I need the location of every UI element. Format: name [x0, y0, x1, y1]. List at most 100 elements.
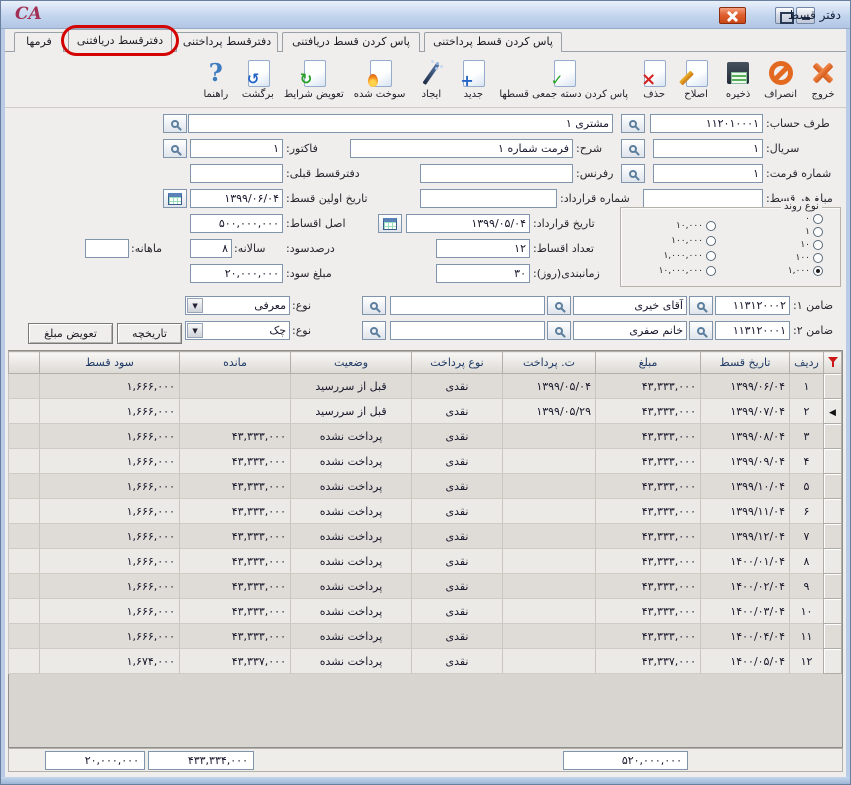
cell-status[interactable]: پرداخت نشده	[291, 599, 412, 624]
cell-installment-date[interactable]: ۱۳۹۹/۱۲/۰۴	[701, 524, 790, 549]
guarantor1-name-field[interactable]: آقای خیری	[573, 296, 687, 315]
close-button[interactable]	[719, 7, 746, 24]
serial-search-button[interactable]	[621, 139, 645, 158]
table-row[interactable]: ◀ ۴ ۱۳۹۹/۰۹/۰۴ ۴۳,۳۳۳,۰۰۰ نقدی پرداخت نش…	[9, 449, 842, 474]
cell-payment-type[interactable]: نقدی	[412, 599, 503, 624]
cell-payment-date[interactable]	[503, 649, 596, 674]
account-name-field[interactable]: مشتری ۱	[188, 114, 613, 133]
reference-field[interactable]	[420, 164, 573, 183]
cell-row-number[interactable]: ۳	[790, 424, 824, 449]
toolbar-button[interactable]: اصلاح	[676, 57, 716, 107]
guarantor1-extra-field[interactable]	[390, 296, 545, 315]
toolbar-button[interactable]: راهنما	[196, 57, 236, 107]
cell-installment-date[interactable]: ۱۳۹۹/۰۸/۰۴	[701, 424, 790, 449]
radio-option[interactable]: ۱۰,۰۰۰,۰۰۰	[638, 265, 716, 277]
cell-balance[interactable]: ۴۳,۳۳۳,۰۰۰	[180, 449, 291, 474]
guarantor2-search-button[interactable]	[689, 321, 713, 340]
radio-option[interactable]: ۱۰۰	[745, 252, 823, 264]
account-code-field[interactable]: ۱۱۲۰۱۰۰۰۱	[650, 114, 763, 133]
toolbar-button[interactable]: برگشت	[238, 57, 278, 107]
cell-interest[interactable]: ۱,۶۶۶,۰۰۰	[40, 574, 180, 599]
cell-row-number[interactable]: ۹	[790, 574, 824, 599]
cell-balance[interactable]: ۴۳,۳۳۳,۰۰۰	[180, 499, 291, 524]
cell-interest[interactable]: ۱,۶۷۴,۰۰۰	[40, 649, 180, 674]
cell-interest[interactable]: ۱,۶۶۶,۰۰۰	[40, 624, 180, 649]
cell-installment-date[interactable]: ۱۴۰۰/۰۳/۰۴	[701, 599, 790, 624]
cell-status[interactable]: پرداخت نشده	[291, 649, 412, 674]
cell-payment-type[interactable]: نقدی	[412, 624, 503, 649]
type2-combobox[interactable]: چک ▼	[185, 321, 290, 340]
cell-installment-date[interactable]: ۱۴۰۰/۰۱/۰۴	[701, 549, 790, 574]
cell-status[interactable]: پرداخت نشده	[291, 449, 412, 474]
tab-item[interactable]: پاس کردن قسط پرداختنی	[424, 32, 562, 52]
toolbar-button[interactable]: جدید	[453, 57, 493, 107]
contract-no-field[interactable]	[420, 189, 557, 208]
column-header[interactable]: سود قسط	[40, 352, 180, 374]
interval-field[interactable]: ۳۰	[436, 264, 530, 283]
cell-payment-date[interactable]: ۱۳۹۹/۰۵/۰۴	[503, 374, 596, 399]
cell-payment-type[interactable]: نقدی	[412, 474, 503, 499]
row-indicator-cell[interactable]: ◀	[824, 499, 842, 524]
cell-amount[interactable]: ۴۳,۳۳۳,۰۰۰	[596, 499, 701, 524]
cell-status[interactable]: پرداخت نشده	[291, 624, 412, 649]
cell-row-number[interactable]: ۱۱	[790, 624, 824, 649]
cell-installment-date[interactable]: ۱۳۹۹/۰۶/۰۴	[701, 374, 790, 399]
history-button[interactable]: تاریخچه	[117, 323, 182, 344]
toolbar-button[interactable]: خروج	[803, 57, 843, 107]
row-indicator-cell[interactable]: ◀	[824, 649, 842, 674]
cell-payment-type[interactable]: نقدی	[412, 399, 503, 424]
cell-payment-type[interactable]: نقدی	[412, 549, 503, 574]
monthly-field[interactable]	[85, 239, 129, 258]
prev-book-field[interactable]	[190, 164, 283, 183]
column-header[interactable]: ردیف	[790, 352, 824, 374]
cell-status[interactable]: پرداخت نشده	[291, 549, 412, 574]
row-indicator-cell[interactable]: ◀	[824, 424, 842, 449]
table-row[interactable]: ◀ ۱۱ ۱۴۰۰/۰۴/۰۴ ۴۳,۳۳۳,۰۰۰ نقدی پرداخت ن…	[9, 624, 842, 649]
format-no-field[interactable]: ۱	[653, 164, 763, 183]
cell-balance[interactable]: ۴۳,۳۳۳,۰۰۰	[180, 474, 291, 499]
cell-interest[interactable]: ۱,۶۶۶,۰۰۰	[40, 499, 180, 524]
toolbar-button[interactable]: ایجاد	[411, 57, 451, 107]
cell-amount[interactable]: ۴۳,۳۳۳,۰۰۰	[596, 549, 701, 574]
cell-installment-date[interactable]: ۱۳۹۹/۱۱/۰۴	[701, 499, 790, 524]
row-indicator-cell[interactable]: ◀	[824, 599, 842, 624]
cell-amount[interactable]: ۴۳,۳۳۳,۰۰۰	[596, 574, 701, 599]
row-indicator-cell[interactable]: ◀	[824, 549, 842, 574]
cell-interest[interactable]: ۱,۶۶۶,۰۰۰	[40, 399, 180, 424]
table-row[interactable]: ◀ ۸ ۱۴۰۰/۰۱/۰۴ ۴۳,۳۳۳,۰۰۰ نقدی پرداخت نش…	[9, 549, 842, 574]
guarantor1-name-search-button[interactable]	[547, 296, 571, 315]
cell-interest[interactable]: ۱,۶۶۶,۰۰۰	[40, 374, 180, 399]
radio-option[interactable]: ۱۰	[745, 239, 823, 251]
toolbar-button[interactable]: پاس کردن دسته جمعی قسطها	[495, 57, 632, 107]
invoice-search-button[interactable]	[163, 139, 187, 158]
cell-amount[interactable]: ۴۳,۳۳۳,۰۰۰	[596, 424, 701, 449]
column-header[interactable]	[9, 352, 40, 374]
cell-installment-date[interactable]: ۱۴۰۰/۰۵/۰۴	[701, 649, 790, 674]
cell-status[interactable]: قبل از سررسید	[291, 374, 412, 399]
row-indicator-cell[interactable]: ◀	[824, 624, 842, 649]
cell-payment-date[interactable]: ۱۳۹۹/۰۵/۲۹	[503, 399, 596, 424]
column-header[interactable]: ت. پرداخت	[503, 352, 596, 374]
cell-payment-date[interactable]	[503, 474, 596, 499]
principal-field[interactable]: ۵۰۰,۰۰۰,۰۰۰	[190, 214, 283, 233]
interest-amount-field[interactable]: ۲۰,۰۰۰,۰۰۰	[190, 264, 283, 283]
cell-installment-date[interactable]: ۱۴۰۰/۰۴/۰۴	[701, 624, 790, 649]
cell-row-number[interactable]: ۱۰	[790, 599, 824, 624]
cell-payment-date[interactable]	[503, 599, 596, 624]
cell-interest[interactable]: ۱,۶۶۶,۰۰۰	[40, 449, 180, 474]
per-amount-field[interactable]	[643, 189, 763, 208]
cell-payment-type[interactable]: نقدی	[412, 574, 503, 599]
cell-status[interactable]: پرداخت نشده	[291, 574, 412, 599]
cell-status[interactable]: پرداخت نشده	[291, 474, 412, 499]
cell-installment-date[interactable]: ۱۴۰۰/۰۲/۰۴	[701, 574, 790, 599]
cell-payment-type[interactable]: نقدی	[412, 649, 503, 674]
desc-field[interactable]: فرمت شماره ۱	[350, 139, 573, 158]
cell-payment-type[interactable]: نقدی	[412, 424, 503, 449]
cell-payment-date[interactable]	[503, 624, 596, 649]
row-indicator-cell[interactable]: ◀	[824, 474, 842, 499]
radio-option[interactable]: ۱	[745, 226, 823, 238]
tab-item[interactable]: پاس کردن قسط دریافتنی	[282, 32, 420, 52]
column-header[interactable]: نوع پرداخت	[412, 352, 503, 374]
cell-balance[interactable]: ۴۳,۳۳۳,۰۰۰	[180, 599, 291, 624]
cell-balance[interactable]: ۴۳,۳۳۳,۰۰۰	[180, 524, 291, 549]
